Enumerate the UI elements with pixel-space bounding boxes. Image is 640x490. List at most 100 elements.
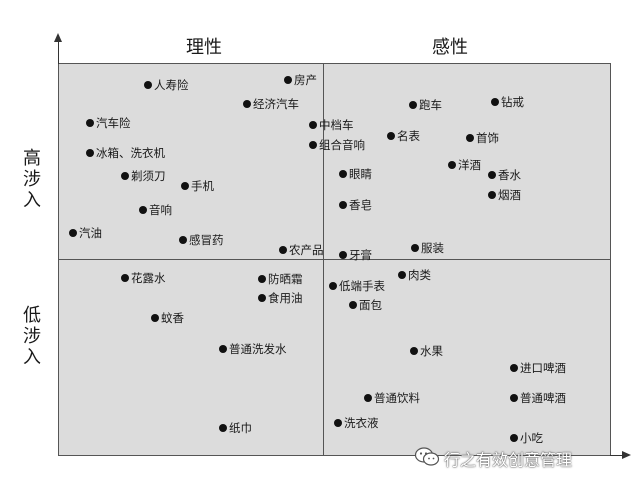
product-label: 组合音响 bbox=[319, 138, 365, 152]
product-label: 首饰 bbox=[476, 131, 499, 145]
row-title-high-involvement: 高涉入 bbox=[23, 148, 41, 211]
product-label: 食用油 bbox=[268, 291, 303, 305]
product-item: 低端手表 bbox=[329, 278, 385, 294]
bullet-dot-icon bbox=[279, 246, 287, 254]
bullet-dot-icon bbox=[410, 347, 418, 355]
product-label: 名表 bbox=[397, 129, 420, 143]
column-title-emotional: 感性 bbox=[432, 37, 468, 58]
product-label: 进口啤酒 bbox=[520, 361, 566, 375]
product-label: 低端手表 bbox=[339, 279, 385, 293]
bullet-dot-icon bbox=[349, 301, 357, 309]
product-label: 花露水 bbox=[131, 271, 166, 285]
product-label: 小吃 bbox=[520, 431, 543, 445]
product-item: 冰箱、洗衣机 bbox=[86, 145, 165, 161]
product-item: 进口啤酒 bbox=[510, 360, 566, 376]
product-item: 洗衣液 bbox=[334, 415, 379, 431]
involvement-matrix: 理性 感性 高涉入 低涉入 人寿险 房产 经济汽车 汽车险 中档车 组合音响 冰箱、洗衣机剃… bbox=[0, 0, 640, 490]
product-item: 普通饮料 bbox=[364, 390, 420, 406]
product-item: 钻戒 bbox=[491, 94, 524, 110]
bullet-dot-icon bbox=[488, 191, 496, 199]
product-item: 烟酒 bbox=[488, 187, 521, 203]
bullet-dot-icon bbox=[144, 81, 152, 89]
product-item: 服装 bbox=[411, 240, 444, 256]
bullet-dot-icon bbox=[86, 119, 94, 127]
product-item: 剃须刀 bbox=[121, 168, 166, 184]
bullet-dot-icon bbox=[334, 419, 342, 427]
product-label: 香水 bbox=[498, 168, 521, 182]
product-item: 跑车 bbox=[409, 97, 442, 113]
product-label: 面包 bbox=[359, 298, 382, 312]
product-label: 普通啤酒 bbox=[520, 391, 566, 405]
product-label: 香皂 bbox=[349, 198, 372, 212]
bullet-dot-icon bbox=[284, 76, 292, 84]
product-label: 眼睛 bbox=[349, 167, 372, 181]
bullet-dot-icon bbox=[69, 229, 77, 237]
bullet-dot-icon bbox=[398, 271, 406, 279]
product-item: 香水 bbox=[488, 167, 521, 183]
product-label: 洗衣液 bbox=[344, 416, 379, 430]
bullet-dot-icon bbox=[411, 244, 419, 252]
product-label: 经济汽车 bbox=[253, 97, 299, 111]
watermark: 行之有效创意管理 bbox=[414, 446, 572, 472]
product-item: 经济汽车 bbox=[243, 96, 299, 112]
product-label: 感冒药 bbox=[189, 233, 224, 247]
product-label: 蚊香 bbox=[161, 311, 184, 325]
wechat-icon bbox=[414, 446, 440, 476]
product-label: 普通洗发水 bbox=[229, 342, 287, 356]
product-label: 水果 bbox=[420, 344, 443, 358]
y-axis-line bbox=[58, 40, 59, 64]
product-item: 首饰 bbox=[466, 130, 499, 146]
product-item: 花露水 bbox=[121, 270, 166, 286]
product-label: 冰箱、洗衣机 bbox=[96, 146, 165, 160]
x-axis-arrow bbox=[622, 451, 631, 459]
product-item: 防晒霜 bbox=[258, 271, 303, 287]
column-title-rational: 理性 bbox=[186, 37, 222, 58]
product-item: 纸巾 bbox=[219, 420, 252, 436]
bullet-dot-icon bbox=[329, 282, 337, 290]
bullet-dot-icon bbox=[339, 170, 347, 178]
product-item: 牙膏 bbox=[339, 247, 372, 263]
bullet-dot-icon bbox=[364, 394, 372, 402]
product-item: 组合音响 bbox=[309, 137, 365, 153]
product-item: 香皂 bbox=[339, 197, 372, 213]
bullet-dot-icon bbox=[488, 171, 496, 179]
product-item: 汽油 bbox=[69, 225, 102, 241]
product-label: 服装 bbox=[421, 241, 444, 255]
product-item: 感冒药 bbox=[179, 232, 224, 248]
bullet-dot-icon bbox=[181, 182, 189, 190]
product-item: 蚊香 bbox=[151, 310, 184, 326]
product-item: 洋酒 bbox=[448, 157, 481, 173]
bullet-dot-icon bbox=[409, 101, 417, 109]
product-label: 音响 bbox=[149, 203, 172, 217]
product-item: 水果 bbox=[410, 343, 443, 359]
bullet-dot-icon bbox=[121, 172, 129, 180]
product-label: 跑车 bbox=[419, 98, 442, 112]
product-item: 名表 bbox=[387, 128, 420, 144]
y-axis-arrow bbox=[54, 33, 62, 42]
bullet-dot-icon bbox=[339, 251, 347, 259]
product-label: 洋酒 bbox=[458, 158, 481, 172]
product-item: 肉类 bbox=[398, 267, 431, 283]
product-label: 普通饮料 bbox=[374, 391, 420, 405]
product-label: 纸巾 bbox=[229, 421, 252, 435]
product-label: 汽车险 bbox=[96, 116, 131, 130]
product-label: 农产品 bbox=[289, 243, 324, 257]
bullet-dot-icon bbox=[387, 132, 395, 140]
product-label: 中档车 bbox=[319, 118, 354, 132]
bullet-dot-icon bbox=[448, 161, 456, 169]
watermark-text: 行之有效创意管理 bbox=[444, 450, 573, 470]
product-item: 汽车险 bbox=[86, 115, 131, 131]
bullet-dot-icon bbox=[309, 121, 317, 129]
product-item: 房产 bbox=[284, 72, 317, 88]
bullet-dot-icon bbox=[121, 274, 129, 282]
product-item: 中档车 bbox=[309, 117, 354, 133]
product-label: 剃须刀 bbox=[131, 169, 166, 183]
product-item: 普通啤酒 bbox=[510, 390, 566, 406]
bullet-dot-icon bbox=[510, 434, 518, 442]
product-label: 汽油 bbox=[79, 226, 102, 240]
product-label: 牙膏 bbox=[349, 248, 372, 262]
bullet-dot-icon bbox=[258, 294, 266, 302]
bullet-dot-icon bbox=[179, 236, 187, 244]
bullet-dot-icon bbox=[139, 206, 147, 214]
bullet-dot-icon bbox=[258, 275, 266, 283]
